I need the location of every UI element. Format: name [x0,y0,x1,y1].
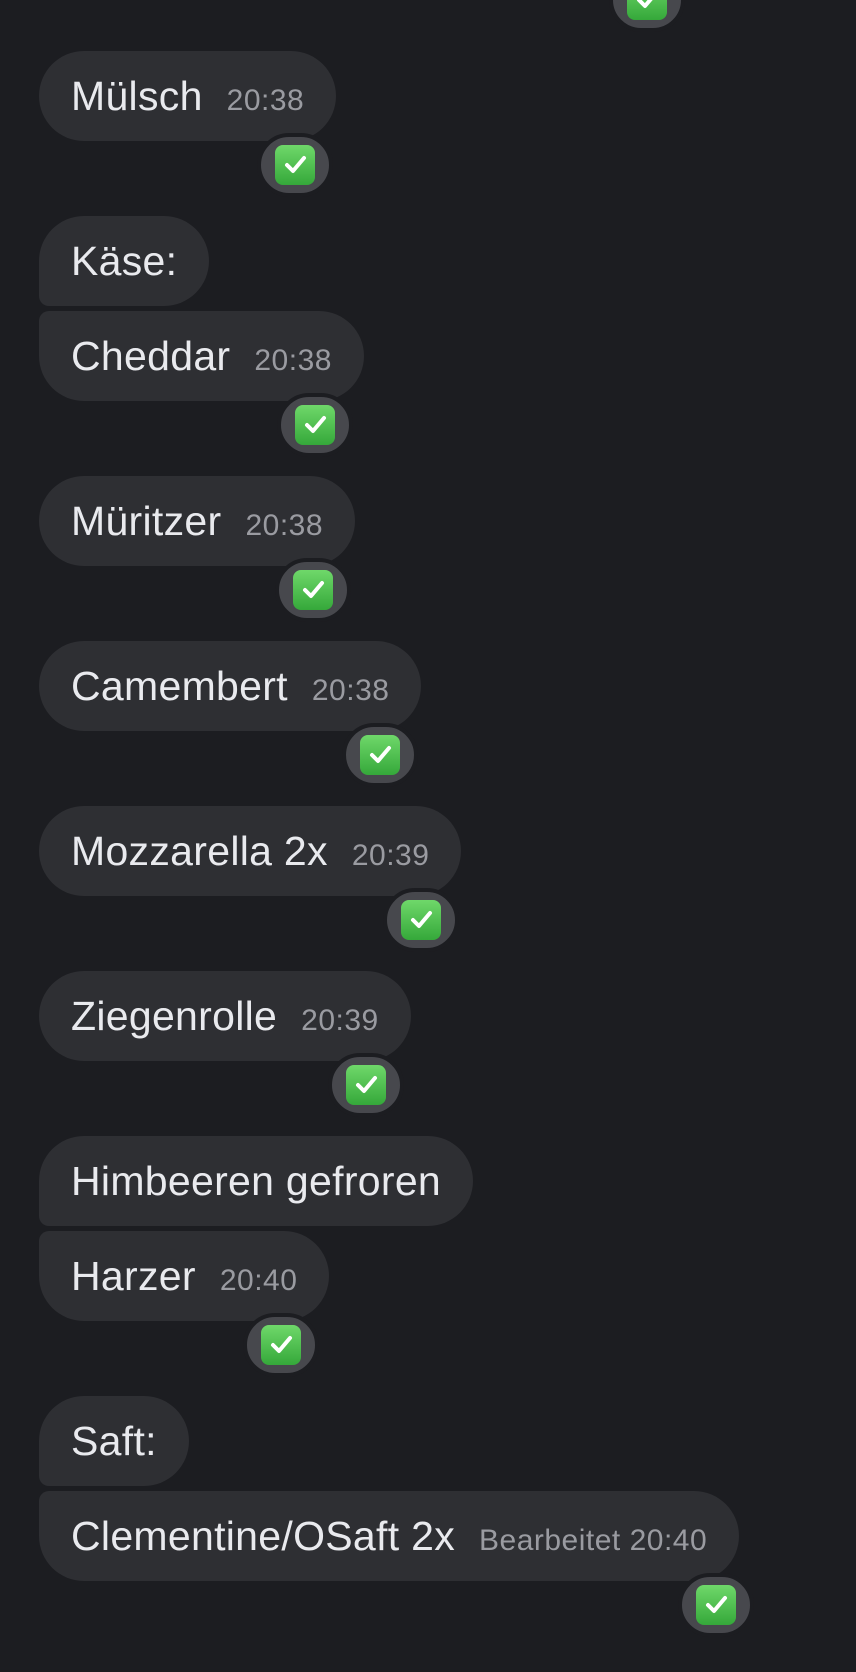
message-text: Himbeeren gefroren [71,1157,442,1204]
message-text: Harzer [71,1252,196,1299]
message-text: Ziegenrolle [71,992,278,1039]
check-mark-icon [275,145,315,185]
message-text: Cheddar [71,332,231,379]
reaction-badge[interactable] [277,393,353,457]
message-text: Müritzer [71,497,222,544]
message-time: 20:38 [254,344,332,377]
message-bubble[interactable]: Harzer 20:40 [39,1231,330,1321]
reaction-badge-previous[interactable] [609,0,685,32]
message-bubble[interactable]: Cheddar 20:38 [39,311,364,401]
check-mark-icon [401,900,441,940]
reaction-badge[interactable] [383,888,459,952]
message-text: Saft: [71,1417,157,1464]
check-mark-icon [293,570,333,610]
message-bubble[interactable]: Müritzer 20:38 [39,476,356,566]
message-text: Mülsch [71,72,203,119]
message-time: 20:38 [245,509,324,542]
message-bubble[interactable]: Mozzarella 2x 20:39 [39,806,462,896]
reaction-badge[interactable] [342,723,418,787]
message-text: Käse: [71,237,178,284]
check-mark-icon [627,0,667,20]
message-bubble[interactable]: Ziegenrolle 20:39 [39,971,411,1061]
message-time-edited: Bearbeitet 20:40 [479,1524,708,1557]
check-mark-icon [696,1585,736,1625]
check-mark-icon [360,735,400,775]
message-bubble[interactable]: Käse: [39,216,210,306]
message-text: Clementine/OSaft 2x [71,1512,455,1559]
message-time: 20:40 [219,1264,298,1297]
check-mark-icon [346,1065,386,1105]
reaction-badge[interactable] [275,558,351,622]
reaction-badge[interactable] [678,1573,754,1637]
message-time: 20:39 [351,839,430,872]
message-bubble[interactable]: Camembert 20:38 [39,641,422,731]
message-text: Mozzarella 2x [71,827,328,874]
check-mark-icon [261,1325,301,1365]
reaction-badge[interactable] [243,1313,319,1377]
message-time: 20:38 [311,674,390,707]
reaction-badge[interactable] [328,1053,404,1117]
message-bubble[interactable]: Mülsch 20:38 [39,51,337,141]
message-time: 20:38 [226,84,305,117]
message-time: 20:39 [301,1004,379,1037]
message-bubble[interactable]: Clementine/OSaft 2x Bearbeitet 20:40 [39,1491,740,1581]
message-bubble[interactable]: Himbeeren gefroren [39,1136,474,1226]
message-text: Camembert [71,662,288,709]
check-mark-icon [295,405,335,445]
reaction-badge[interactable] [257,133,333,197]
message-bubble[interactable]: Saft: [39,1396,189,1486]
